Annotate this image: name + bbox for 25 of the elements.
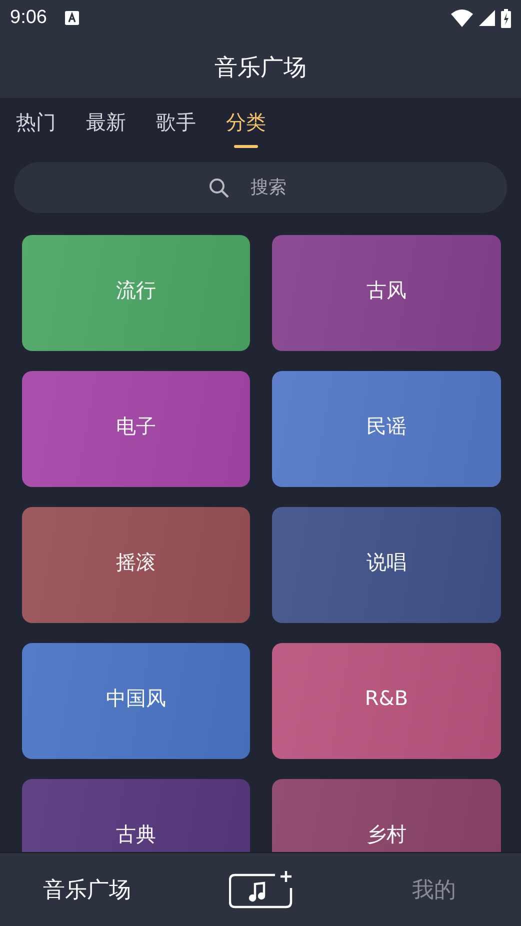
genre-card[interactable]: 古风	[272, 235, 501, 351]
genre-card[interactable]: 说唱	[272, 507, 501, 623]
status-time: 9:06	[10, 7, 47, 29]
genre-card[interactable]: R&B	[272, 643, 501, 759]
category-tab[interactable]: 最新	[86, 108, 126, 148]
category-tab[interactable]: 分类	[226, 108, 266, 148]
search-input[interactable]: 搜索	[248, 176, 312, 199]
search-icon	[208, 178, 228, 198]
page-title: 音乐广场	[214, 54, 306, 82]
wifi-icon	[451, 9, 473, 27]
music-add-icon	[228, 870, 292, 908]
genre-card[interactable]: 电子	[22, 371, 250, 487]
genre-card[interactable]: 乡村	[272, 779, 501, 852]
category-tab[interactable]: 热门	[16, 108, 56, 148]
nav-tab[interactable]: 我的	[347, 874, 521, 906]
genre-card[interactable]: 古典	[22, 779, 250, 852]
category-tab[interactable]: 歌手	[156, 108, 196, 148]
nav-tab[interactable]: 音乐广场	[0, 874, 174, 906]
genre-card[interactable]: 摇滚	[22, 507, 250, 623]
battery-icon	[501, 8, 511, 28]
keyboard-icon	[64, 11, 79, 25]
search-field[interactable]: 搜索	[14, 162, 507, 213]
signal-icon	[479, 10, 495, 26]
genre-card[interactable]: 民谣	[272, 371, 501, 487]
genre-card[interactable]: 中国风	[22, 643, 250, 759]
